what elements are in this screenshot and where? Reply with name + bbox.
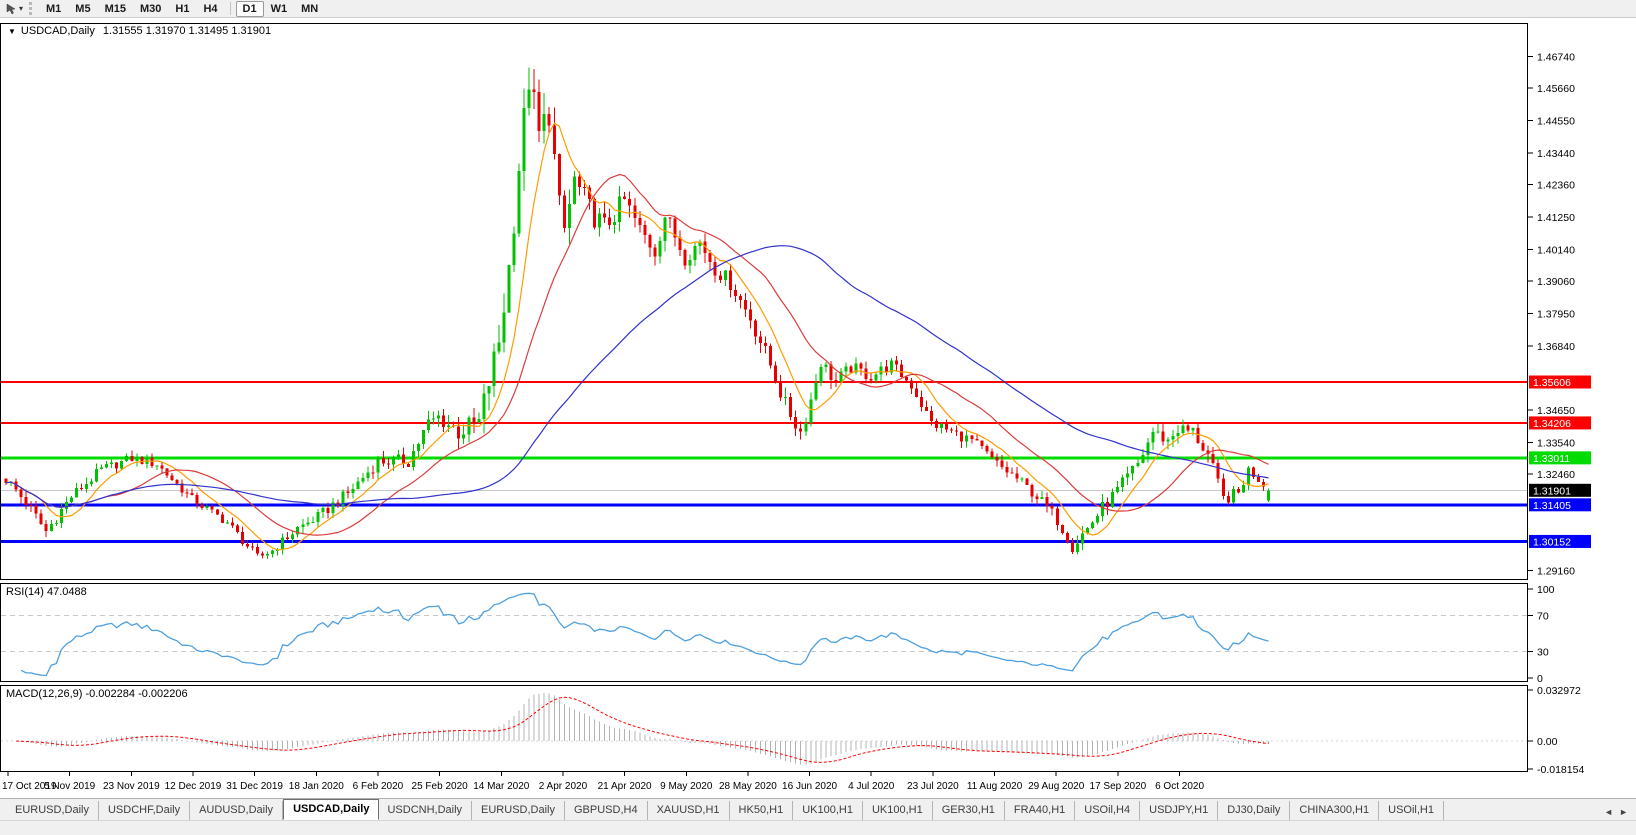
svg-text:30: 30 <box>1537 646 1549 658</box>
svg-text:1.33011: 1.33011 <box>1533 453 1570 465</box>
svg-text:9 May 2020: 9 May 2020 <box>660 781 713 792</box>
level-badge: 1.33011 <box>1529 451 1591 465</box>
tab-gbpusd-h4[interactable]: GBPUSD,H4 <box>565 801 648 820</box>
svg-text:1.33540: 1.33540 <box>1537 437 1575 449</box>
tab-usoil-h1[interactable]: USOil,H1 <box>1379 801 1444 820</box>
svg-text:0.00: 0.00 <box>1537 736 1558 748</box>
svg-text:23 Nov 2019: 23 Nov 2019 <box>103 781 160 792</box>
svg-text:31 Dec 2019: 31 Dec 2019 <box>226 781 283 792</box>
timeframe-buttons: M1M5M15M30H1H4 D1W1MN <box>39 1 325 17</box>
line-studies-icon[interactable] <box>3 2 19 16</box>
status-strip <box>0 820 1636 835</box>
tab-usdchf-daily[interactable]: USDCHF,Daily <box>99 801 190 820</box>
tab-ger30-h1[interactable]: GER30,H1 <box>933 801 1005 820</box>
svg-text:1.39060: 1.39060 <box>1537 276 1575 288</box>
svg-text:1.31901: 1.31901 <box>1533 485 1571 497</box>
tabs-scroll-right-icon[interactable]: ► <box>1619 807 1628 817</box>
toolbar: ▾ M1M5M15M30H1H4 D1W1MN <box>0 0 1636 18</box>
svg-text:0.032972: 0.032972 <box>1537 685 1581 697</box>
svg-text:1.46740: 1.46740 <box>1537 52 1575 64</box>
panel-borders <box>1 24 1528 772</box>
current-price-badge: 1.31901 <box>1529 484 1591 498</box>
tab-eurusd-daily[interactable]: EURUSD,Daily <box>472 801 565 820</box>
tab-usoil-h4[interactable]: USOil,H4 <box>1075 801 1140 820</box>
timeframe-h1-button[interactable]: H1 <box>168 1 196 17</box>
toolbar-separator <box>230 2 231 15</box>
tab-audusd-daily[interactable]: AUDUSD,Daily <box>190 801 283 820</box>
tab-usdcad-daily[interactable]: USDCAD,Daily <box>283 799 379 820</box>
timeframe-m15-button[interactable]: M15 <box>98 1 133 17</box>
level-badge: 1.34206 <box>1529 416 1591 430</box>
svg-text:1.44550: 1.44550 <box>1537 116 1575 128</box>
timeframe-w1-button[interactable]: W1 <box>264 1 295 17</box>
svg-text:1.29160: 1.29160 <box>1537 565 1575 577</box>
svg-text:14 Mar 2020: 14 Mar 2020 <box>473 781 530 792</box>
svg-text:1.43440: 1.43440 <box>1537 148 1575 160</box>
trading-platform-window: ▾ M1M5M15M30H1H4D1W1MN 1.467401.456601.4… <box>0 0 1636 835</box>
svg-text:0: 0 <box>1537 673 1543 685</box>
svg-text:6 Feb 2020: 6 Feb 2020 <box>353 781 404 792</box>
tab-dj30-daily[interactable]: DJ30,Daily <box>1218 801 1290 820</box>
tab-eurusd-daily[interactable]: EURUSD,Daily <box>6 801 99 820</box>
toolbar-grip <box>29 2 33 15</box>
svg-text:28 May 2020: 28 May 2020 <box>719 781 777 792</box>
tab-uk100-h1[interactable]: UK100,H1 <box>793 801 863 820</box>
chart-canvas: 1.46740 1.45660 1.44550 1.43440 1.42360 1.412… <box>0 18 1636 798</box>
timeframe-m30-button[interactable]: M30 <box>133 1 168 17</box>
dropdown-caret-icon[interactable]: ▾ <box>19 4 23 13</box>
svg-text:70: 70 <box>1537 611 1549 623</box>
timeframe-m1-button[interactable]: M1 <box>39 1 68 17</box>
svg-text:11 Aug 2020: 11 Aug 2020 <box>967 781 1023 792</box>
tab-xauusd-h1[interactable]: XAUUSD,H1 <box>648 801 730 820</box>
tab-uk100-h1[interactable]: UK100,H1 <box>863 801 933 820</box>
svg-text:5 Nov 2019: 5 Nov 2019 <box>44 781 96 792</box>
tab-usdcnh-daily[interactable]: USDCNH,Daily <box>378 801 472 820</box>
svg-text:21 Apr 2020: 21 Apr 2020 <box>598 781 652 792</box>
timeframe-m5-button[interactable]: M5 <box>68 1 97 17</box>
svg-text:29 Aug 2020: 29 Aug 2020 <box>1028 781 1085 792</box>
svg-text:1.40140: 1.40140 <box>1537 244 1575 256</box>
tab-china300-h1[interactable]: CHINA300,H1 <box>1290 801 1379 820</box>
tabs-scroll-left-icon[interactable]: ◄ <box>1604 807 1613 817</box>
svg-text:18 Jan 2020: 18 Jan 2020 <box>289 781 344 792</box>
svg-text:23 Jul 2020: 23 Jul 2020 <box>907 781 959 792</box>
svg-text:17 Sep 2020: 17 Sep 2020 <box>1090 781 1147 792</box>
time-axis: 17 Oct 20195 Nov 201923 Nov 201912 Dec 2… <box>2 772 1204 792</box>
svg-text:1.34206: 1.34206 <box>1533 418 1571 430</box>
svg-text:1.42360: 1.42360 <box>1537 180 1575 192</box>
svg-text:1.30152: 1.30152 <box>1533 536 1571 548</box>
timeframe-mn-button[interactable]: MN <box>294 1 325 17</box>
svg-text:1.45660: 1.45660 <box>1537 83 1575 95</box>
tab-scroll-arrows: ◄ ► <box>1600 807 1636 820</box>
svg-text:16 Jun 2020: 16 Jun 2020 <box>782 781 837 792</box>
svg-text:4 Jul 2020: 4 Jul 2020 <box>848 781 895 792</box>
chart-tabbar: EURUSD,DailyUSDCHF,DailyAUDUSD,DailyUSDC… <box>0 798 1636 820</box>
svg-text:2 Apr 2020: 2 Apr 2020 <box>539 781 588 792</box>
svg-text:1.34650: 1.34650 <box>1537 405 1575 417</box>
chart-area[interactable]: 1.46740 1.45660 1.44550 1.43440 1.42360 1.412… <box>0 18 1636 798</box>
level-badge: 1.31405 <box>1529 498 1591 512</box>
tab-usdjpy-h1[interactable]: USDJPY,H1 <box>1140 801 1218 820</box>
svg-text:25 Feb 2020: 25 Feb 2020 <box>412 781 469 792</box>
timeframe-d1-button[interactable]: D1 <box>236 1 264 17</box>
svg-text:1.37950: 1.37950 <box>1537 308 1575 320</box>
svg-text:1.35606: 1.35606 <box>1533 377 1571 389</box>
level-badge: 1.30152 <box>1529 535 1591 549</box>
timeframe-h4-button[interactable]: H4 <box>196 1 224 17</box>
svg-text:100: 100 <box>1537 584 1555 596</box>
svg-text:1.36840: 1.36840 <box>1537 341 1575 353</box>
svg-text:6 Oct 2020: 6 Oct 2020 <box>1155 781 1204 792</box>
svg-text:1.31405: 1.31405 <box>1533 500 1571 512</box>
svg-text:12 Dec 2019: 12 Dec 2019 <box>165 781 222 792</box>
svg-text:-0.018154: -0.018154 <box>1537 764 1584 776</box>
chart-tabs: EURUSD,DailyUSDCHF,DailyAUDUSD,DailyUSDC… <box>6 799 1444 820</box>
tab-fra40-h1[interactable]: FRA40,H1 <box>1005 801 1075 820</box>
tab-hk50-h1[interactable]: HK50,H1 <box>730 801 794 820</box>
svg-text:1.41250: 1.41250 <box>1537 212 1575 224</box>
level-badge: 1.35606 <box>1529 376 1591 390</box>
svg-text:1.32460: 1.32460 <box>1537 469 1575 481</box>
